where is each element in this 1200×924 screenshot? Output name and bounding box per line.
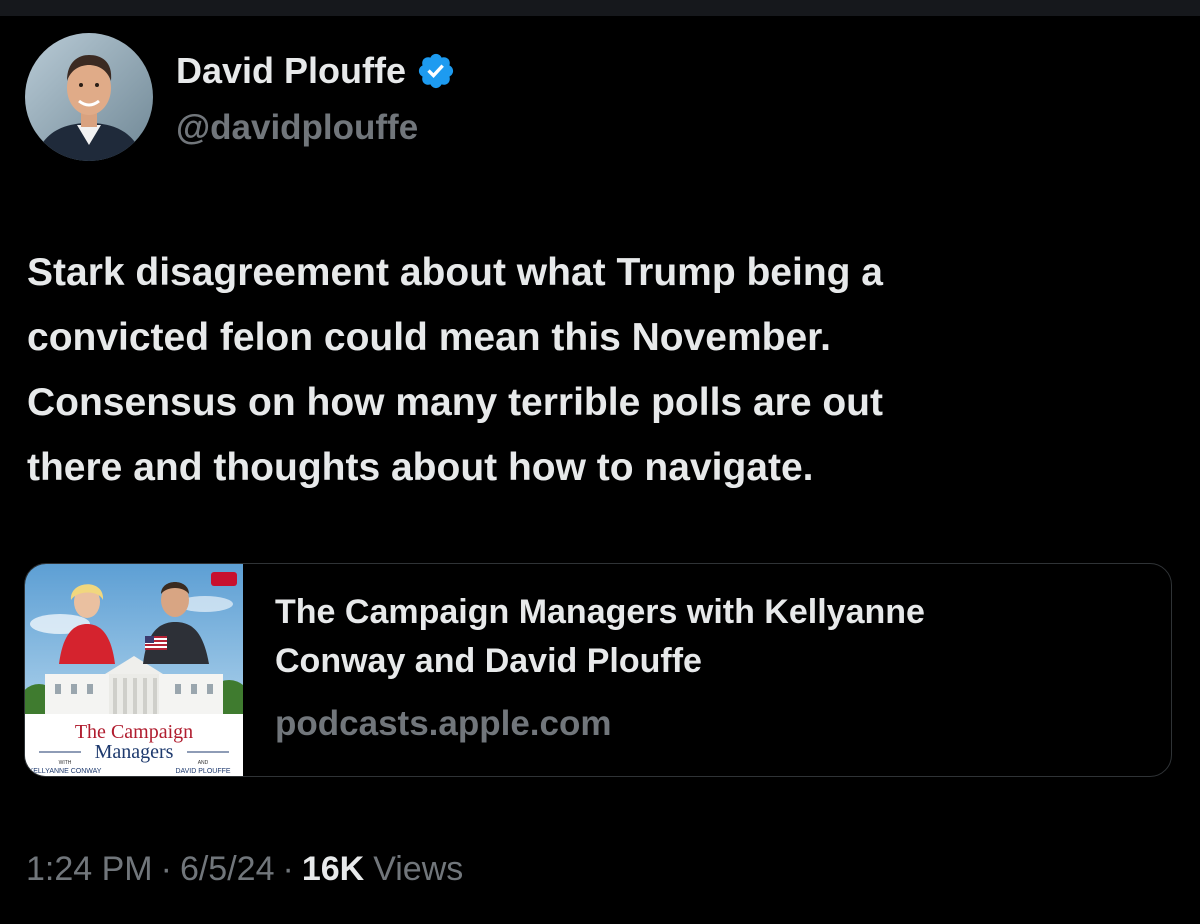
card-title-line: The Campaign Managers with Kellyanne <box>275 593 925 631</box>
tweet-text-line: there and thoughts about how to navigate… <box>27 446 814 489</box>
thumb-left-name: KELLYANNE CONWAY <box>29 768 102 775</box>
thumb-with-label: WITH <box>59 760 72 766</box>
avatar[interactable] <box>25 33 153 161</box>
link-preview-card[interactable]: The Campaign Managers WITH AND KELLYANNE… <box>24 563 1172 777</box>
avatar-image <box>25 33 153 161</box>
card-domain: podcasts.apple.com <box>275 704 612 743</box>
thumb-title-line2: Managers <box>95 741 174 763</box>
views-count: 16K <box>301 850 365 888</box>
top-bar <box>0 0 1200 16</box>
meta-separator: · <box>160 850 172 888</box>
tweet-meta: 1:24 PM · 6/5/24 · 16K Views <box>26 850 463 889</box>
tweet-text-line: Stark disagreement about what Trump bein… <box>27 251 884 294</box>
tweet-text-line: Consensus on how many terrible polls are… <box>27 381 883 424</box>
tweet-date[interactable]: 6/5/24 <box>180 850 275 889</box>
podcast-thumbnail: The Campaign Managers WITH AND KELLYANNE… <box>25 564 243 776</box>
views-label: Views <box>373 850 464 888</box>
thumb-and-label: AND <box>198 760 209 766</box>
tweet-text: Stark disagreement about what Trump bein… <box>27 240 1177 500</box>
author-name-row[interactable]: David Plouffe <box>176 50 456 92</box>
card-title-line: Conway and David Plouffe <box>275 642 702 680</box>
thumb-right-name: DAVID PLOUFFE <box>175 768 230 775</box>
thumb-title-line1: The Campaign <box>75 721 193 743</box>
verified-badge-icon[interactable] <box>416 51 456 91</box>
meta-separator: · <box>282 850 294 888</box>
tweet-text-line: convicted felon could mean this November… <box>27 316 832 359</box>
author-handle[interactable]: @davidplouffe <box>176 108 418 148</box>
card-title: The Campaign Managers with Kellyanne Con… <box>275 588 1155 686</box>
tweet-time[interactable]: 1:24 PM <box>26 850 153 889</box>
author-display-name: David Plouffe <box>176 50 407 91</box>
